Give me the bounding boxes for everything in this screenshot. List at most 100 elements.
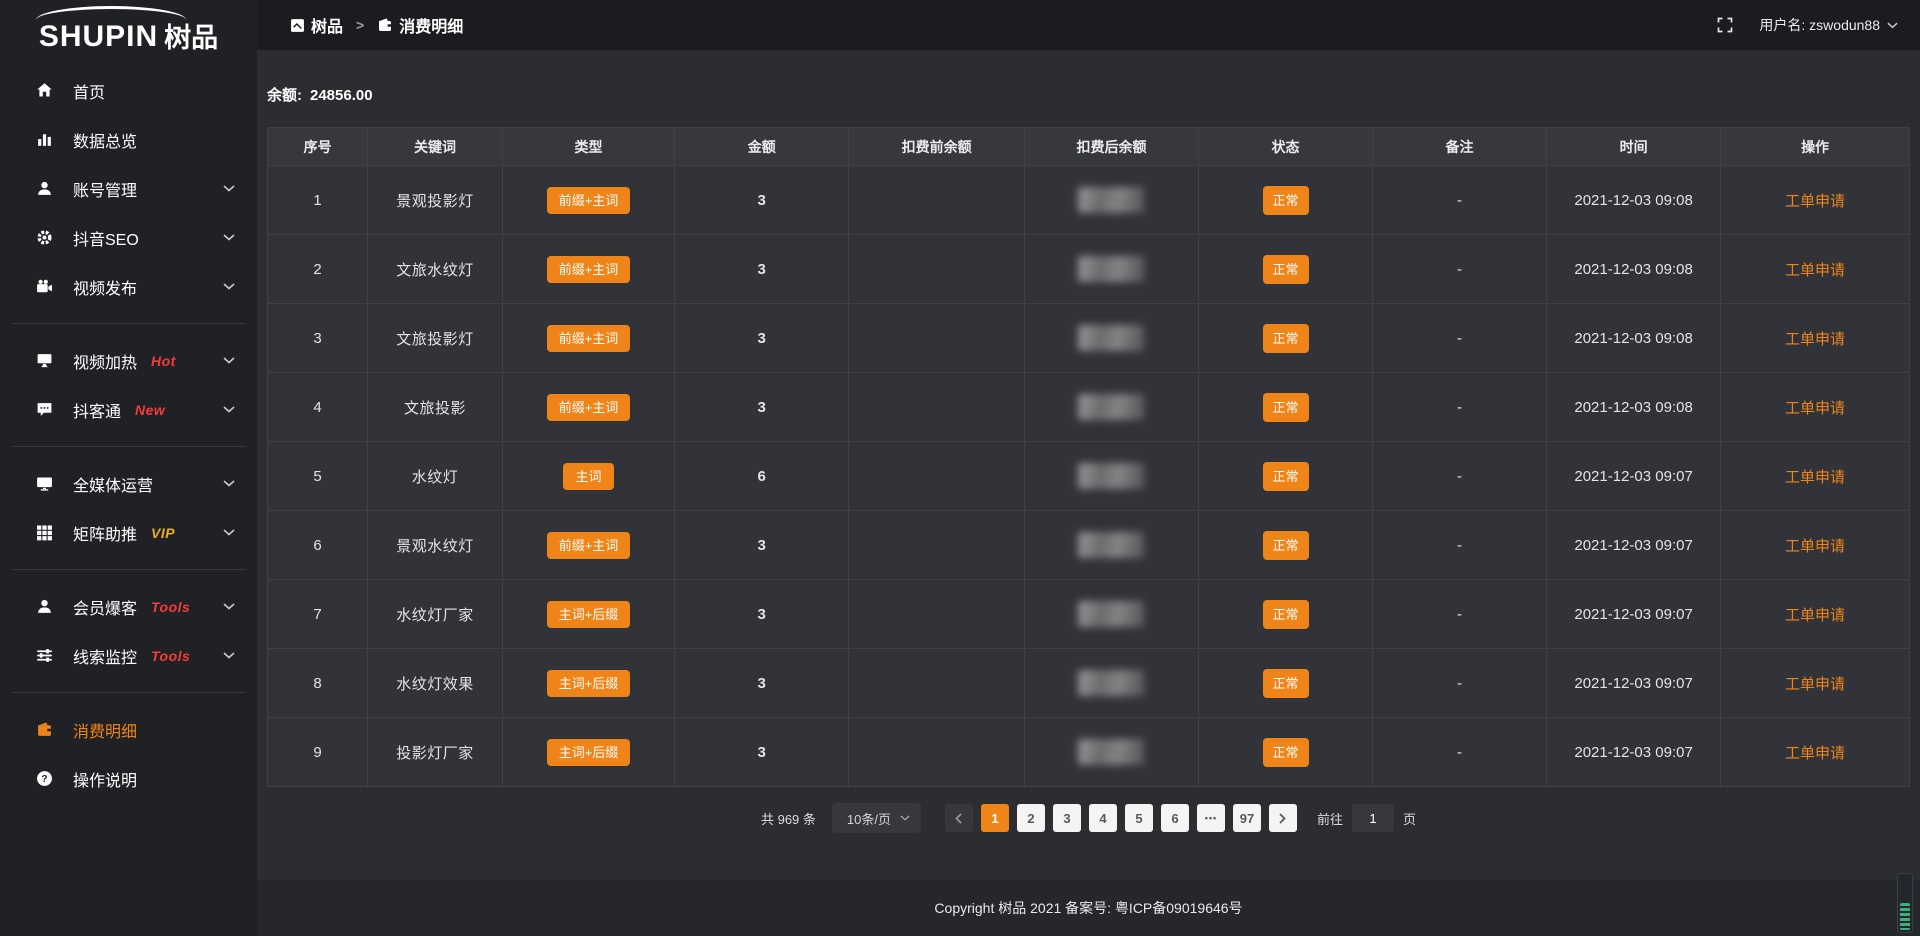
work-order-link[interactable]: 工单申请 [1785, 331, 1845, 348]
cell-action: 工单申请 [1721, 580, 1910, 649]
table-row: 8 水纹灯效果 主词+后缀 3 正常 - 2021-12-03 09:07 工单… [268, 649, 1910, 718]
sidebar-item-clue-monitoring[interactable]: 线索监控 Tools [0, 631, 257, 680]
goto-page-input[interactable] [1352, 804, 1394, 832]
sidebar-item-label: 账号管理 [73, 177, 137, 201]
col-header-balance-before: 扣费前余额 [849, 128, 1025, 166]
cell-keyword: 文旅投影 [368, 373, 503, 442]
user-icon [36, 180, 56, 197]
status-badge: 正常 [1263, 531, 1309, 560]
cell-status: 正常 [1198, 511, 1372, 580]
cell-balance-before [849, 166, 1025, 235]
app-icon [290, 18, 305, 33]
tools-badge: Tools [151, 648, 190, 664]
page-button-1[interactable]: 1 [981, 804, 1009, 832]
sidebar-item-video-heating[interactable]: 视频加热 Hot [0, 336, 257, 385]
page-button-5[interactable]: 5 [1125, 804, 1153, 832]
work-order-link[interactable]: 工单申请 [1785, 400, 1845, 417]
cell-keyword: 水纹灯厂家 [368, 580, 503, 649]
type-badge: 主词+后缀 [547, 670, 631, 697]
breadcrumb-item-root[interactable]: 树品 [311, 13, 343, 37]
sidebar-item-video-publish[interactable]: 视频发布 [0, 262, 257, 311]
display-icon [36, 352, 56, 369]
prev-page-button[interactable] [945, 804, 973, 832]
sidebar-item-home[interactable]: 首页 [0, 66, 257, 115]
status-badge: 正常 [1263, 738, 1309, 767]
work-order-link[interactable]: 工单申请 [1785, 538, 1845, 555]
next-page-button[interactable] [1269, 804, 1297, 832]
page-button-4[interactable]: 4 [1089, 804, 1117, 832]
status-badge: 正常 [1263, 669, 1309, 698]
blurred-balance [1078, 394, 1144, 420]
sidebar-item-douketong[interactable]: 抖客通 New [0, 385, 257, 434]
cell-action: 工单申请 [1721, 718, 1910, 787]
cell-time: 2021-12-03 09:08 [1547, 373, 1721, 442]
work-order-link[interactable]: 工单申请 [1785, 262, 1845, 279]
widget-stripes [1900, 903, 1910, 930]
sidebar-item-data-overview[interactable]: 数据总览 [0, 115, 257, 164]
page-ellipsis-button[interactable]: ••• [1197, 804, 1225, 832]
cell-remark: - [1373, 235, 1547, 304]
cell-type: 主词 [502, 442, 674, 511]
work-order-link[interactable]: 工单申请 [1785, 607, 1845, 624]
sidebar-item-douyin-seo[interactable]: 抖音SEO [0, 213, 257, 262]
cell-action: 工单申请 [1721, 166, 1910, 235]
cell-time: 2021-12-03 09:07 [1547, 442, 1721, 511]
wallet-icon [36, 721, 56, 738]
sidebar-item-member-baoke[interactable]: 会员爆客 Tools [0, 582, 257, 631]
app-logo: SHUPIN 树品 [0, 0, 257, 58]
page-button-6[interactable]: 6 [1161, 804, 1189, 832]
user-menu[interactable]: 用户名: zswodun88 [1759, 15, 1898, 35]
cell-status: 正常 [1198, 649, 1372, 718]
sidebar: SHUPIN 树品 首页 数据总览 账号管理 [0, 0, 257, 936]
fullscreen-icon[interactable] [1717, 17, 1733, 33]
sliders-icon [36, 647, 56, 664]
chevron-down-icon [223, 283, 235, 290]
type-badge: 主词 [563, 463, 613, 490]
logo-text-en: SHUPIN [39, 22, 158, 52]
work-order-link[interactable]: 工单申请 [1785, 745, 1845, 762]
cell-keyword: 投影灯厂家 [368, 718, 503, 787]
sidebar-item-operation-guide[interactable]: ? 操作说明 [0, 754, 257, 803]
tools-badge: Tools [151, 599, 190, 615]
sidebar-item-matrix-boost[interactable]: 矩阵助推 VIP [0, 508, 257, 557]
work-order-link[interactable]: 工单申请 [1785, 676, 1845, 693]
work-order-link[interactable]: 工单申请 [1785, 193, 1845, 210]
sidebar-item-label: 消费明细 [73, 718, 137, 742]
cell-status: 正常 [1198, 166, 1372, 235]
cell-remark: - [1373, 166, 1547, 235]
cell-amount: 3 [675, 718, 849, 787]
logo-text-cn: 树品 [164, 25, 218, 52]
sidebar-item-consumption-details[interactable]: 消费明细 [0, 705, 257, 754]
blurred-balance [1078, 187, 1144, 213]
cell-no: 8 [268, 649, 368, 718]
hot-badge: Hot [151, 353, 176, 369]
sidebar-item-label: 首页 [73, 79, 105, 103]
cell-type: 前缀+主词 [502, 373, 674, 442]
pagination: 共 969 条 10条/页 1 2 3 4 5 6 ••• 97 前往 页 [267, 803, 1910, 833]
breadcrumb-separator: > [356, 17, 364, 33]
cell-no: 3 [268, 304, 368, 373]
cell-balance-before [849, 442, 1025, 511]
cell-amount: 3 [675, 166, 849, 235]
status-badge: 正常 [1263, 393, 1309, 422]
page-button-2[interactable]: 2 [1017, 804, 1045, 832]
cell-remark: - [1373, 304, 1547, 373]
sidebar-item-omnimedia-operation[interactable]: 全媒体运营 [0, 459, 257, 508]
sidebar-item-label: 抖客通 [73, 398, 121, 422]
page-button-3[interactable]: 3 [1053, 804, 1081, 832]
main-content: 余额:24856.00 序号 关键词 类型 金额 扣费前余额 扣费后余额 状态 … [257, 50, 1920, 936]
work-order-link[interactable]: 工单申请 [1785, 469, 1845, 486]
sidebar-item-account-management[interactable]: 账号管理 [0, 164, 257, 213]
cell-balance-after [1024, 718, 1198, 787]
col-header-time: 时间 [1547, 128, 1721, 166]
goto-page: 前往 页 [1317, 804, 1416, 832]
cell-type: 主词+后缀 [502, 649, 674, 718]
goto-suffix: 页 [1403, 809, 1416, 828]
blurred-balance [1078, 463, 1144, 489]
consumption-table: 序号 关键词 类型 金额 扣费前余额 扣费后余额 状态 备注 时间 操作 1 景… [267, 127, 1910, 787]
page-button-97[interactable]: 97 [1233, 804, 1261, 832]
table-row: 6 景观水纹灯 前缀+主词 3 正常 - 2021-12-03 09:07 工单… [268, 511, 1910, 580]
cell-remark: - [1373, 373, 1547, 442]
cell-remark: - [1373, 511, 1547, 580]
page-size-select[interactable]: 10条/页 [832, 803, 921, 833]
